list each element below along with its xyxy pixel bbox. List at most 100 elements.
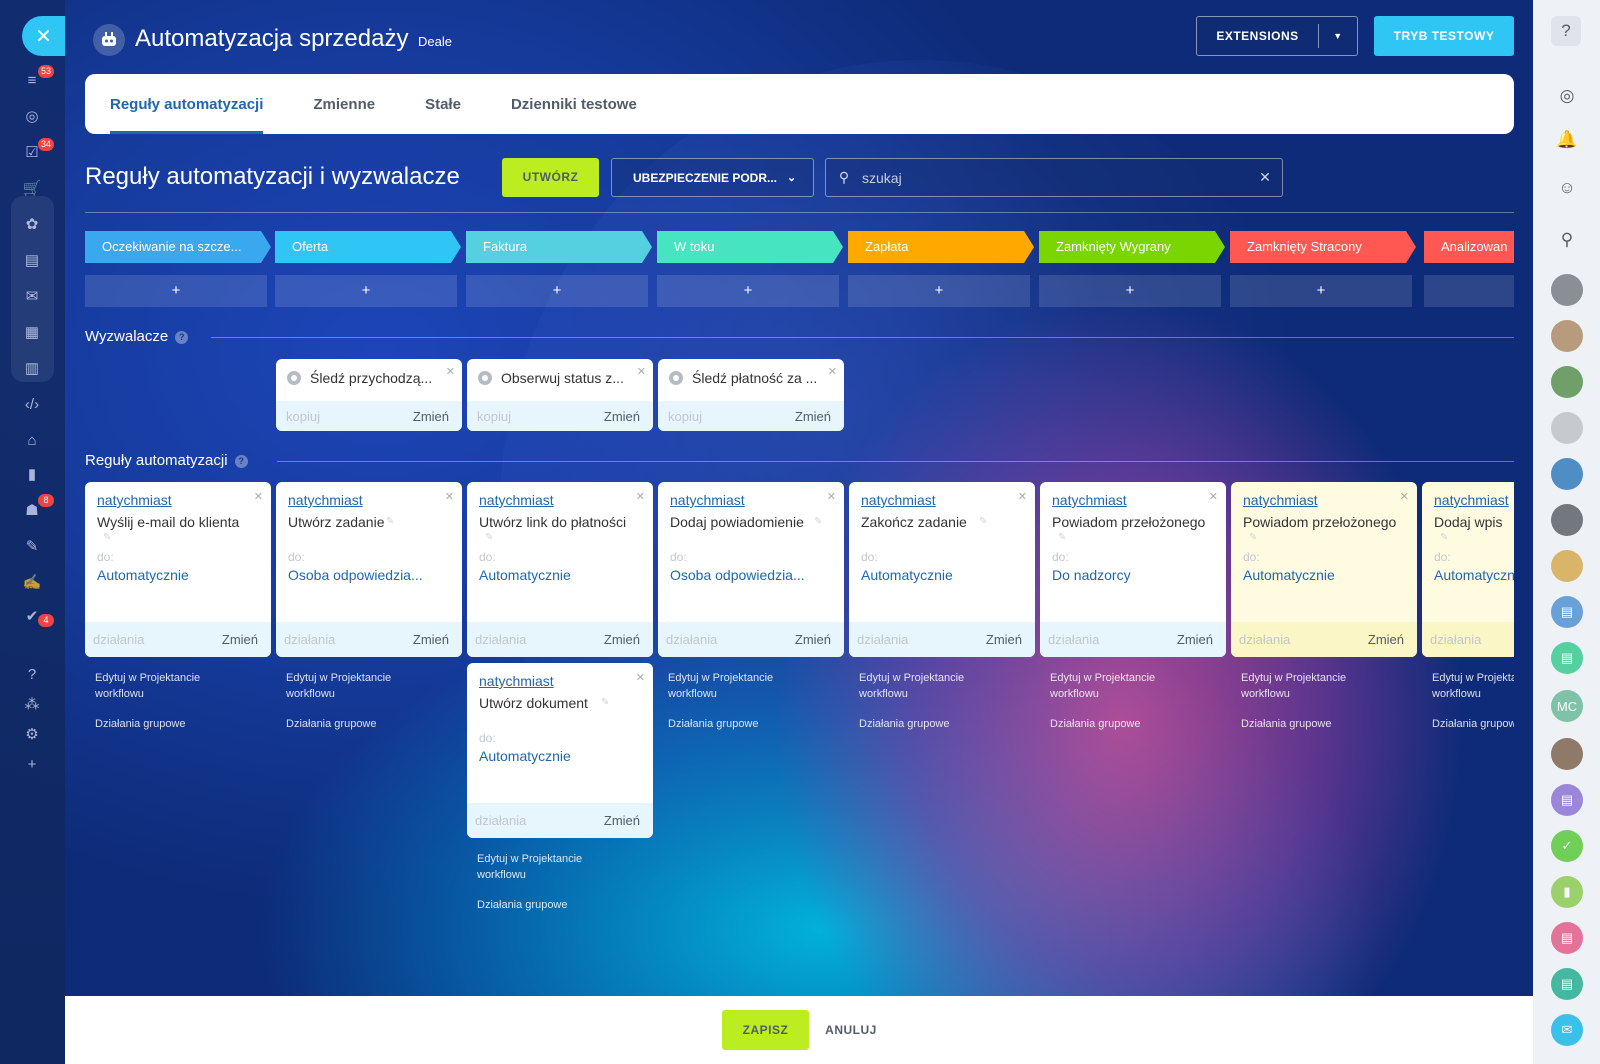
group-actions-link[interactable]: Działania grupowe xyxy=(1432,716,1514,732)
edit-link[interactable]: Zmień xyxy=(986,632,1022,647)
add-rule-button[interactable]: + xyxy=(466,275,648,307)
rule-timing-link[interactable]: natychmiast xyxy=(1052,492,1127,508)
structure-icon[interactable]: ⁂ xyxy=(20,692,44,716)
stage-header[interactable]: Oferta xyxy=(275,231,461,263)
document-icon[interactable]: ▤ xyxy=(20,248,44,272)
rule-target-link[interactable]: Automatycznie xyxy=(861,567,1025,583)
edit-link[interactable]: Zmień xyxy=(604,409,640,424)
rule-timing-link[interactable]: natychmiast xyxy=(288,492,363,508)
analytics-icon[interactable]: ▮ xyxy=(20,462,44,486)
edit-link[interactable]: Zmień xyxy=(222,632,258,647)
add-rule-button[interactable]: + xyxy=(1039,275,1221,307)
rule-timing-link[interactable]: natychmiast xyxy=(479,492,554,508)
pencil-icon[interactable]: ✎ xyxy=(103,532,111,543)
group-actions-link[interactable]: Działania grupowe xyxy=(1050,716,1230,732)
close-icon[interactable]: ✕ xyxy=(636,671,645,684)
close-icon[interactable]: ✕ xyxy=(637,365,646,378)
rule-card[interactable]: natychmiast Dodaj wpis ✎ do: Automatyczn… xyxy=(1422,482,1514,657)
help-icon[interactable]: ? xyxy=(234,454,248,468)
test-mode-button[interactable]: TRYB TESTOWY xyxy=(1374,16,1514,56)
rule-timing-link[interactable]: natychmiast xyxy=(97,492,172,508)
target-icon[interactable]: ◎ xyxy=(1551,80,1583,112)
close-icon[interactable]: ✕ xyxy=(828,365,837,378)
tasks-chat-icon[interactable]: ✓ xyxy=(1551,830,1583,862)
search-icon[interactable]: ⚲ xyxy=(1551,224,1583,256)
pencil-icon[interactable]: ✎ xyxy=(979,516,987,527)
trigger-card[interactable]: Śledź przychodzą... ✕ kopiuj Zmień xyxy=(276,359,462,431)
edit-list-icon[interactable]: ✎ xyxy=(20,534,44,558)
avatar[interactable] xyxy=(1551,366,1583,398)
copy-link[interactable]: kopiuj xyxy=(286,409,320,424)
stage-header[interactable]: Oczekiwanie na szcze... xyxy=(85,231,271,263)
rule-card[interactable]: natychmiast ✕ Utwórz link do płatności ✎… xyxy=(467,482,653,657)
avatar[interactable] xyxy=(1551,550,1583,582)
create-button[interactable]: UTWÓRZ xyxy=(502,158,599,197)
group-actions-link[interactable]: Działania grupowe xyxy=(859,716,1039,732)
avatar[interactable] xyxy=(1551,320,1583,352)
help-icon[interactable]: ? xyxy=(20,662,44,686)
extensions-button[interactable]: EXTENSIONS ▼ xyxy=(1196,16,1358,56)
file-icon[interactable]: ▥ xyxy=(20,356,44,380)
help-icon[interactable]: ? xyxy=(1551,16,1581,46)
edit-link[interactable]: Zmień xyxy=(604,632,640,647)
rule-timing-link[interactable]: natychmiast xyxy=(861,492,936,508)
chat-icon[interactable]: ☺ xyxy=(1551,172,1583,204)
trigger-card[interactable]: Śledź płatność za ... ✕ kopiuj Zmień xyxy=(658,359,844,431)
calendar-icon[interactable]: ▦ xyxy=(20,320,44,344)
group-actions-link[interactable]: Działania grupowe xyxy=(95,716,275,732)
group-chat-icon[interactable]: ▤ xyxy=(1551,922,1583,954)
edit-workflow-link[interactable]: Edytuj w Projektancie workflowu xyxy=(1241,670,1371,702)
rule-card[interactable]: natychmiast ✕ Powiadom przełożonego ✎ do… xyxy=(1231,482,1417,657)
group-chat-icon[interactable]: ▤ xyxy=(1551,642,1583,674)
edit-workflow-link[interactable]: Edytuj w Projektancie workflowu xyxy=(1050,670,1180,702)
add-rule-button[interactable]: + xyxy=(85,275,267,307)
rule-card[interactable]: natychmiast ✕ Dodaj powiadomienie ✎ do: … xyxy=(658,482,844,657)
avatar[interactable] xyxy=(1551,458,1583,490)
copy-link[interactable]: kopiuj xyxy=(477,409,511,424)
avatar[interactable] xyxy=(1551,274,1583,306)
close-icon[interactable]: ✕ xyxy=(1209,490,1218,503)
add-icon[interactable]: + xyxy=(20,752,44,776)
rule-timing-link[interactable]: natychmiast xyxy=(1243,492,1318,508)
add-rule-button[interactable]: + xyxy=(275,275,457,307)
pipeline-select[interactable]: UBEZPIECZENIE PODR... ⌄ xyxy=(611,158,814,197)
add-rule-button[interactable]: + xyxy=(848,275,1030,307)
rule-target-link[interactable]: Automatycznie xyxy=(479,567,643,583)
rule-card[interactable]: natychmiast ✕ Utwórz dokument ✎ do: Auto… xyxy=(467,663,653,838)
add-rule-button[interactable]: + xyxy=(1230,275,1412,307)
rule-target-link[interactable]: Do nadzorcy xyxy=(1052,567,1216,583)
pencil-icon[interactable]: ✎ xyxy=(485,532,493,543)
avatar[interactable] xyxy=(1551,412,1583,444)
close-icon[interactable]: ✕ xyxy=(1018,490,1027,503)
group-actions-link[interactable]: Działania grupowe xyxy=(286,716,466,732)
pencil-icon[interactable]: ✎ xyxy=(1058,532,1066,543)
pencil-icon[interactable]: ✎ xyxy=(601,697,609,708)
edit-link[interactable]: Zmień xyxy=(604,813,640,828)
stage-header[interactable]: Zapłata xyxy=(848,231,1034,263)
group-actions-link[interactable]: Działania grupowe xyxy=(1241,716,1421,732)
edit-link[interactable]: Zmień xyxy=(413,409,449,424)
stage-header[interactable]: Faktura xyxy=(466,231,652,263)
pencil-icon[interactable]: ✎ xyxy=(386,516,394,527)
mail-icon[interactable]: ✉ xyxy=(20,284,44,308)
close-icon[interactable]: ✕ xyxy=(446,365,455,378)
avatar[interactable] xyxy=(1551,738,1583,770)
code-icon[interactable]: ‹/› xyxy=(20,392,44,416)
pencil-icon[interactable]: ✎ xyxy=(1440,532,1448,543)
tab-automation-rules[interactable]: Reguły automatyzacji xyxy=(110,74,264,134)
edit-link[interactable]: Zmień xyxy=(413,632,449,647)
target-icon[interactable]: ◎ xyxy=(20,104,44,128)
bell-icon[interactable]: 🔔 xyxy=(1551,124,1583,156)
stage-header[interactable]: Zamknięty Stracony xyxy=(1230,231,1416,263)
close-button[interactable]: ✕ xyxy=(22,16,65,56)
rule-target-link[interactable]: Automatycznie xyxy=(97,567,261,583)
avatar[interactable] xyxy=(1551,504,1583,536)
pencil-icon[interactable]: ✎ xyxy=(814,516,822,527)
chart-chat-icon[interactable]: ▮ xyxy=(1551,876,1583,908)
edit-workflow-link[interactable]: Edytuj w Projektancie workflowu xyxy=(95,670,225,702)
bank-icon[interactable]: ⌂ xyxy=(20,428,44,452)
edit-link[interactable]: Zmień xyxy=(795,632,831,647)
save-button[interactable]: ZAPISZ xyxy=(722,1010,809,1050)
rule-timing-link[interactable]: natychmiast xyxy=(1434,492,1509,508)
avatar-mc[interactable]: MC xyxy=(1551,690,1583,722)
